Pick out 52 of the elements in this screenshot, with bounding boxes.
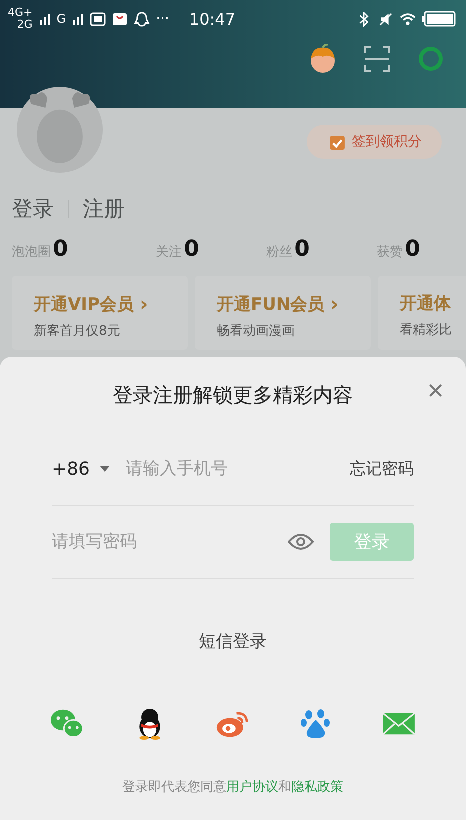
network-label: 4G+: [8, 7, 33, 19]
stat-value: 0: [294, 237, 310, 262]
network-label: 2G: [17, 19, 33, 31]
forgot-password-link[interactable]: 忘记密码: [350, 458, 414, 480]
stat-value: 0: [53, 237, 68, 262]
stat-value: 0: [184, 237, 200, 262]
country-code[interactable]: +86: [52, 458, 90, 480]
mute-icon: [378, 12, 394, 26]
stat-label: 泡泡圈: [12, 244, 51, 261]
password-field[interactable]: 请填写密码: [52, 532, 278, 552]
stat-label: 粉丝: [266, 244, 293, 261]
register-link[interactable]: 注册: [83, 195, 125, 223]
login-link[interactable]: 登录: [12, 195, 54, 223]
battery-icon: [422, 11, 456, 27]
wifi-icon: [400, 12, 416, 26]
card-title: 开通VIP会员: [34, 294, 134, 316]
card-title: 开通FUN会员: [217, 294, 325, 316]
chevron-icon: ›: [330, 292, 339, 316]
checkin-button[interactable]: 签到领积分: [307, 125, 442, 159]
card-title: 开通体: [400, 293, 451, 315]
calendar-check-icon: [329, 134, 346, 150]
card-subtitle: 看精彩比: [400, 322, 453, 339]
membership-card[interactable]: 开通FUN会员 › 畅看动画漫画: [195, 276, 371, 350]
card-subtitle: 新客首月仅8元: [34, 323, 122, 340]
paw-icon[interactable]: [299, 708, 333, 740]
scan-icon[interactable]: [362, 44, 392, 74]
checkin-label: 签到领积分: [352, 133, 422, 151]
user-agreement-link[interactable]: 用户协议: [226, 780, 278, 795]
privacy-policy-link[interactable]: 隐私政策: [292, 780, 344, 795]
clock-time: 10:47: [189, 10, 236, 28]
membership-card[interactable]: 开通体 看精彩比: [378, 276, 466, 350]
phone-field[interactable]: 请输入手机号: [126, 459, 340, 479]
agreement-text: 登录即代表您同意用户协议和隐私政策: [122, 779, 344, 796]
stat-value: 0: [405, 237, 420, 262]
dropdown-icon[interactable]: [100, 466, 110, 472]
signal-icon: [38, 13, 51, 25]
sheet-title: 登录注册解锁更多精彩内容: [113, 382, 353, 408]
sms-login-link[interactable]: 短信登录: [193, 629, 273, 654]
signal-icon: [72, 13, 84, 25]
stat-label: 关注: [156, 244, 182, 261]
stat-label: 获赞: [377, 244, 404, 261]
video-app-icon: [90, 12, 106, 26]
card-subtitle: 畅看动画漫画: [217, 323, 296, 340]
membership-card[interactable]: 开通VIP会员 › 新客首月仅8元: [12, 276, 188, 350]
chevron-icon: ›: [140, 292, 148, 316]
bag-icon: [112, 12, 128, 26]
network-label: G: [56, 12, 66, 26]
avatar-icon[interactable]: [17, 87, 103, 173]
close-button[interactable]: ×: [424, 377, 448, 405]
more-notifications: ···: [156, 11, 170, 27]
character-icon[interactable]: [308, 44, 338, 74]
eye-icon[interactable]: [288, 533, 314, 551]
